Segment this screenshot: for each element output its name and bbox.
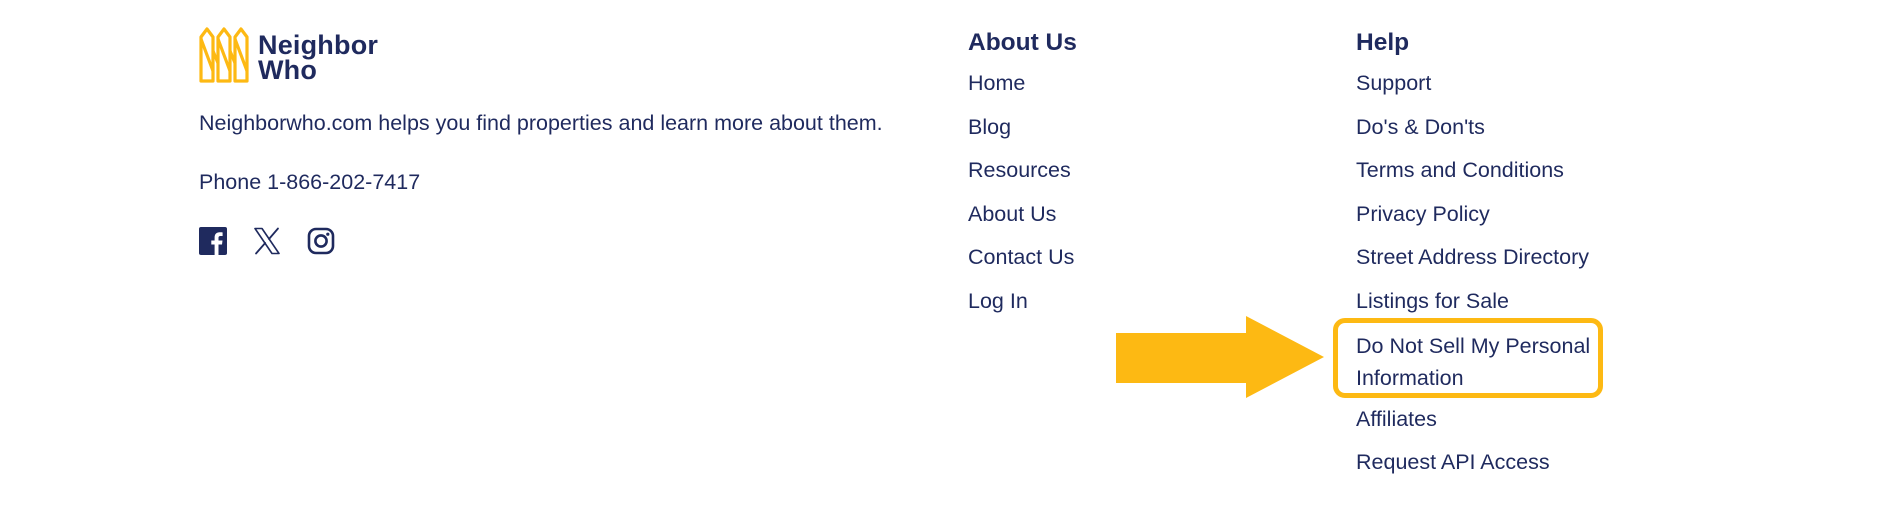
link-affiliates[interactable]: Affiliates (1356, 407, 1437, 431)
link-privacy-policy[interactable]: Privacy Policy (1356, 202, 1490, 226)
link-contact-us[interactable]: Contact Us (968, 245, 1074, 269)
logo-line-2: Who (258, 55, 318, 85)
facebook-icon[interactable] (199, 227, 227, 255)
link-support[interactable]: Support (1356, 71, 1431, 95)
help-heading: Help (1356, 29, 1410, 56)
link-dos-and-donts[interactable]: Do's & Don'ts (1356, 115, 1485, 139)
link-listings-for-sale[interactable]: Listings for Sale (1356, 289, 1509, 313)
logo-text: Neighbor Who (258, 32, 378, 85)
help-column: Help Support Do's & Don'ts Terms and Con… (1356, 28, 1596, 493)
link-log-in[interactable]: Log In (968, 289, 1028, 313)
about-us-links: Home Blog Resources About Us Contact Us … (968, 70, 1077, 315)
site-description: Neighborwho.com helps you find propertie… (199, 111, 883, 135)
fence-logo-icon (199, 27, 249, 83)
help-links: Support Do's & Don'ts Terms and Conditio… (1356, 70, 1596, 476)
link-home[interactable]: Home (968, 71, 1025, 95)
social-links (199, 227, 335, 255)
link-resources[interactable]: Resources (968, 158, 1071, 182)
link-terms-and-conditions[interactable]: Terms and Conditions (1356, 158, 1564, 182)
link-about-us[interactable]: About Us (968, 202, 1056, 226)
logo[interactable]: Neighbor Who (199, 27, 378, 85)
link-request-api-access[interactable]: Request API Access (1356, 450, 1550, 474)
x-icon[interactable] (253, 227, 281, 255)
instagram-icon[interactable] (307, 227, 335, 255)
phone-number: Phone 1-866-202-7417 (199, 170, 421, 194)
link-street-address-directory[interactable]: Street Address Directory (1356, 245, 1589, 269)
link-blog[interactable]: Blog (968, 115, 1011, 139)
about-us-heading: About Us (968, 29, 1077, 56)
annotation-arrow-icon (1116, 316, 1324, 398)
about-us-column: About Us Home Blog Resources About Us Co… (968, 28, 1077, 332)
link-do-not-sell[interactable]: Do Not Sell My Personal Information (1356, 334, 1590, 390)
